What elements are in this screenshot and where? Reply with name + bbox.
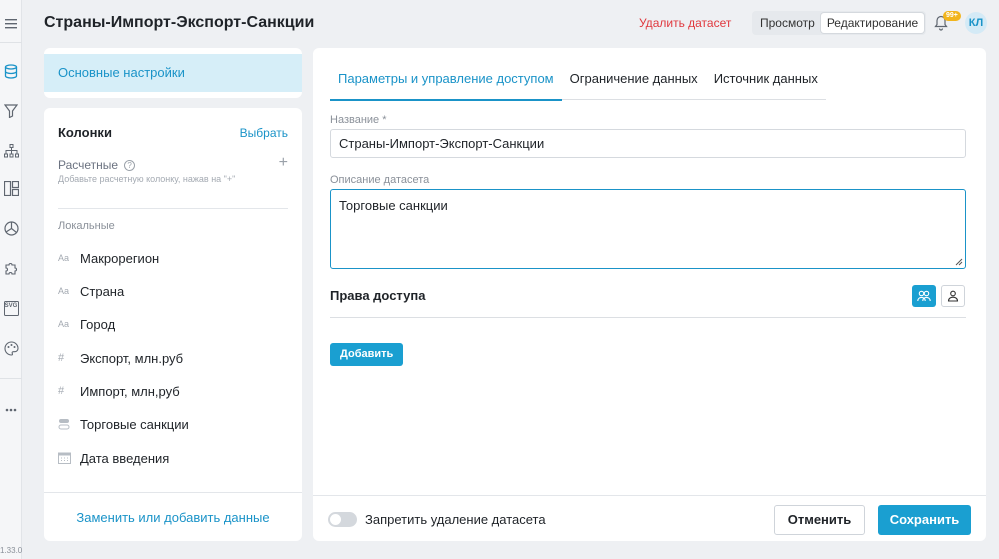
columns-footer-divider <box>44 492 302 493</box>
hierarchy-icon[interactable] <box>3 143 19 159</box>
calc-columns-label: Расчетные ? <box>58 158 136 172</box>
rail-divider <box>0 42 22 43</box>
add-access-button[interactable]: Добавить <box>330 343 404 366</box>
database-icon[interactable] <box>3 63 19 79</box>
access-rights-title: Права доступа <box>330 288 426 303</box>
columns-title: Колонки <box>58 125 112 140</box>
rail-divider <box>0 378 22 379</box>
avatar[interactable]: КЛ <box>965 12 987 34</box>
forbid-delete-label: Запретить удаление датасета <box>365 512 546 527</box>
user-access-button[interactable] <box>941 285 965 307</box>
tab-data-source[interactable]: Источник данных <box>706 70 826 100</box>
column-label: Дата введения <box>80 450 170 466</box>
more-icon[interactable] <box>3 402 19 418</box>
replace-data-link[interactable]: Заменить или добавить данные <box>44 510 302 525</box>
number-type-icon: # <box>58 352 65 364</box>
description-field[interactable]: Торговые санкции <box>330 189 966 269</box>
column-item[interactable]: # Импорт, млн,руб <box>58 381 180 401</box>
puzzle-icon[interactable] <box>3 260 19 276</box>
svg-icon[interactable]: SVG <box>3 300 19 316</box>
cancel-button[interactable]: Отменить <box>774 505 865 535</box>
column-item[interactable]: Aa Макрорегион <box>58 248 159 268</box>
help-icon[interactable]: ? <box>124 159 136 171</box>
column-item[interactable]: Дата введения <box>58 448 169 468</box>
column-item[interactable]: # Экспорт, млн.руб <box>58 348 183 368</box>
column-label: Макрорегион <box>80 250 160 266</box>
tab-access[interactable]: Параметры и управление доступом <box>330 70 562 101</box>
tab-data-restriction[interactable]: Ограничение данных <box>562 70 706 100</box>
mode-view-button[interactable]: Просмотр <box>754 13 821 33</box>
local-columns-label: Локальные <box>58 220 115 232</box>
boolean-type-icon <box>58 418 80 430</box>
name-field-label: Название * <box>330 114 387 126</box>
layout-icon[interactable] <box>3 180 19 196</box>
user-icon <box>947 290 959 302</box>
save-button[interactable]: Сохранить <box>878 505 971 535</box>
resize-handle-icon[interactable] <box>954 257 963 266</box>
column-label: Город <box>80 316 116 332</box>
filter-icon[interactable] <box>3 103 19 119</box>
add-calc-column-button[interactable]: + <box>279 154 288 172</box>
column-item[interactable]: Aa Город <box>58 314 115 334</box>
forbid-delete-toggle[interactable] <box>328 512 357 527</box>
menu-icon[interactable] <box>3 15 19 31</box>
delete-dataset-link[interactable]: Удалить датасет <box>639 16 731 30</box>
mode-edit-button[interactable]: Редактирование <box>820 13 925 33</box>
column-item[interactable]: Aa Страна <box>58 281 124 301</box>
column-label: Страна <box>80 283 125 299</box>
select-columns-link[interactable]: Выбрать <box>240 126 288 140</box>
column-item[interactable]: Торговые санкции <box>58 414 189 434</box>
left-rail: SVG 1.33.0 <box>0 0 22 559</box>
name-field[interactable]: Страны-Импорт-Экспорт-Санкции <box>330 129 966 158</box>
calc-columns-hint: Добавьте расчетную колонку, нажав на "+" <box>58 174 236 184</box>
string-type-icon: Aa <box>58 253 70 263</box>
description-field-label: Описание датасета <box>330 174 430 186</box>
svg-icon-label: SVG <box>4 303 18 309</box>
column-label: Импорт, млн,руб <box>80 383 180 399</box>
mode-switch: Просмотр Редактирование <box>752 11 927 35</box>
nav-item-basic-settings[interactable]: Основные настройки <box>44 54 302 92</box>
page-title: Страны-Импорт-Экспорт-Санкции <box>44 14 315 31</box>
group-access-button[interactable] <box>912 285 936 307</box>
version-label: 1.33.0 <box>0 546 23 555</box>
footer-divider <box>313 495 986 496</box>
palette-icon[interactable] <box>3 340 19 356</box>
dataset-settings-panel: Параметры и управление доступом Ограниче… <box>313 48 986 541</box>
number-type-icon: # <box>58 385 65 397</box>
settings-nav: Основные настройки <box>44 48 302 98</box>
string-type-icon: Aa <box>58 319 70 329</box>
notification-badge: 99+ <box>943 11 961 21</box>
string-type-icon: Aa <box>58 286 70 296</box>
calc-columns-text: Расчетные <box>58 158 119 172</box>
settings-tabs: Параметры и управление доступом Ограниче… <box>330 70 826 101</box>
column-label: Экспорт, млн.руб <box>80 350 184 366</box>
column-label: Торговые санкции <box>80 416 189 432</box>
access-rights-divider <box>330 317 966 318</box>
columns-divider <box>58 208 288 209</box>
users-icon <box>917 290 931 302</box>
pie-chart-icon[interactable] <box>3 220 19 236</box>
columns-panel: Колонки Выбрать Расчетные ? + Добавьте р… <box>44 108 302 541</box>
calendar-type-icon <box>58 452 80 464</box>
